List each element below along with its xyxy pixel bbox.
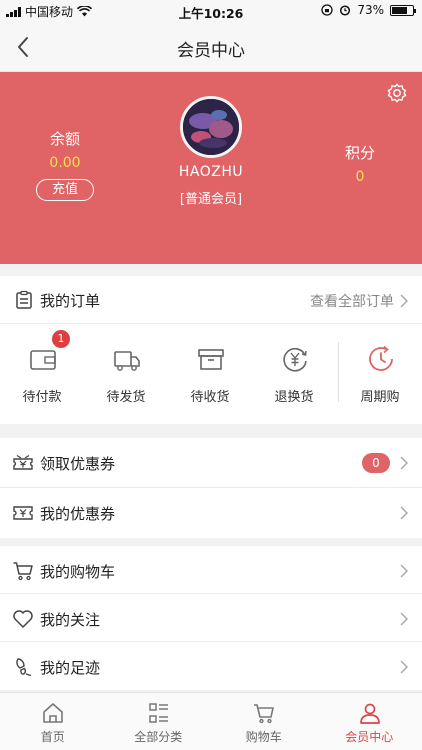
my-coupons-row[interactable]: 我的优惠券 (0, 488, 422, 538)
page-title: 会员中心 (177, 41, 245, 61)
user-icon (359, 703, 380, 724)
chevron-right-icon (400, 506, 408, 520)
refund-icon (283, 348, 307, 372)
coupons-section: 领取优惠券 0 我的优惠券 (0, 438, 422, 538)
alarm-icon (340, 5, 351, 16)
wifi-icon (77, 6, 93, 17)
cycle-icon (369, 345, 393, 371)
status-left: 中国移动 (6, 3, 93, 20)
orders-title: 我的订单 (40, 292, 101, 310)
order-item-pending-payment[interactable]: 1 待付款 (0, 324, 84, 424)
tab-label: 购物车 (245, 730, 282, 744)
coupon-icon (13, 506, 33, 520)
points-box: 积分 0 (330, 142, 390, 185)
points-value: 0 (355, 169, 365, 185)
coupon-receive-icon (13, 454, 33, 470)
wallet-icon (30, 350, 56, 370)
battery-icon (390, 4, 416, 16)
avatar-image (183, 99, 239, 155)
order-status-items: 1 待付款 待发货 待收货 退换货 周期购 (0, 324, 422, 424)
cart-icon (13, 562, 33, 581)
order-item-returns[interactable]: 退换货 (252, 324, 336, 424)
status-bar: 中国移动 上午10:26 73% (0, 0, 422, 22)
order-item-pending-shipment[interactable]: 待发货 (84, 324, 168, 424)
points-label: 积分 (344, 144, 375, 162)
signal-icon (6, 6, 21, 17)
pending-payment-badge: 1 (52, 330, 70, 348)
tab-categories[interactable]: 全部分类 (106, 693, 212, 750)
order-item-pending-receipt[interactable]: 待收货 (168, 324, 252, 424)
balance-label: 余额 (49, 130, 80, 148)
order-item-subscription[interactable]: 周期购 (338, 324, 422, 424)
my-follows-label: 我的关注 (40, 611, 101, 629)
tab-member-center[interactable]: 会员中心 (317, 693, 422, 750)
chevron-right-icon (400, 612, 408, 626)
carrier-label: 中国移动 (25, 5, 74, 19)
category-icon (148, 703, 168, 723)
truck-icon (114, 351, 140, 371)
tab-label: 全部分类 (134, 730, 183, 744)
my-coupons-label: 我的优惠券 (40, 505, 116, 523)
home-icon (43, 703, 63, 723)
status-right: 73% (321, 3, 416, 17)
chevron-right-icon (400, 660, 408, 674)
heart-icon (13, 610, 33, 628)
order-item-label: 周期购 (360, 390, 400, 405)
avatar[interactable] (180, 96, 242, 158)
chevron-right-icon (400, 564, 408, 578)
order-item-label: 待收货 (190, 390, 230, 405)
my-cart-label: 我的购物车 (40, 563, 116, 581)
my-footprints-row[interactable]: 我的足迹 (0, 642, 422, 690)
coupon-count-badge: 0 (362, 453, 390, 473)
chevron-right-icon (400, 294, 408, 308)
my-cart-row[interactable]: 我的购物车 (0, 546, 422, 594)
tab-label: 会员中心 (345, 730, 394, 744)
cart-icon (254, 704, 274, 724)
bottom-tab-bar: 首页 全部分类 购物车 会员中心 (0, 692, 422, 750)
view-all-orders-link[interactable]: 查看全部订单 (310, 291, 408, 311)
clipboard-icon (16, 290, 32, 309)
my-footprints-label: 我的足迹 (40, 659, 101, 677)
battery-percent: 73% (357, 3, 384, 17)
view-all-orders-label: 查看全部订单 (310, 294, 394, 310)
order-item-label: 待付款 (22, 390, 62, 405)
get-coupons-row[interactable]: 领取优惠券 0 (0, 438, 422, 488)
chevron-right-icon (400, 456, 408, 470)
menu-section: 我的购物车 我的关注 我的足迹 (0, 546, 422, 690)
get-coupons-label: 领取优惠券 (40, 455, 116, 473)
orders-section: 我的订单 查看全部订单 1 待付款 待发货 待收货 退换货 周期购 (0, 276, 422, 424)
tab-label: 首页 (40, 730, 65, 744)
tab-home[interactable]: 首页 (0, 693, 106, 750)
order-item-label: 待发货 (106, 390, 146, 405)
nav-bar: 会员中心 (0, 22, 422, 72)
member-level: [普通会员] (179, 192, 243, 207)
settings-gear-icon[interactable] (386, 82, 408, 104)
rotation-lock-icon (321, 4, 333, 16)
tab-cart[interactable]: 购物车 (211, 693, 317, 750)
box-icon (198, 349, 224, 370)
my-follows-row[interactable]: 我的关注 (0, 594, 422, 642)
orders-header[interactable]: 我的订单 查看全部订单 (0, 276, 422, 324)
footprint-icon (16, 658, 32, 677)
profile-header: 余额 0.00 充值 HAOZHU [普通会员] 积分 0 (0, 72, 422, 264)
order-item-label: 退换货 (274, 390, 314, 405)
